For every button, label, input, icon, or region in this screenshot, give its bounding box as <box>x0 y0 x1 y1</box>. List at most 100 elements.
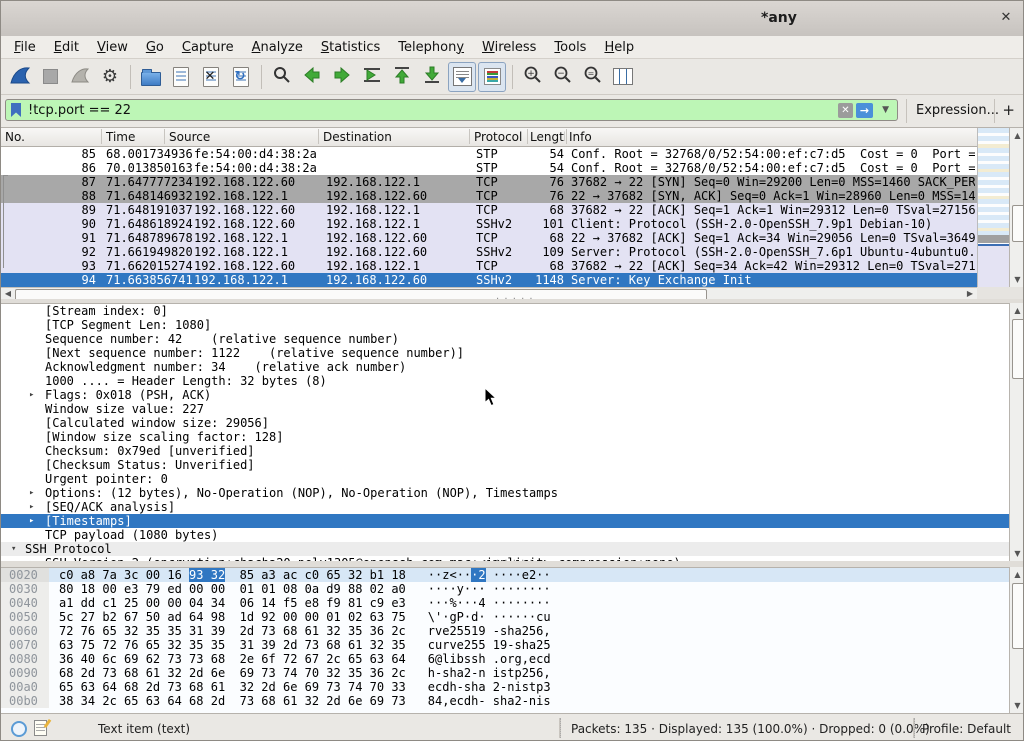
menu-item-statistics[interactable]: Statistics <box>312 38 389 57</box>
go-back-button[interactable] <box>298 62 326 92</box>
filter-apply-icon[interactable]: → <box>856 103 873 118</box>
filter-clear-icon[interactable]: ✕ <box>838 103 853 118</box>
packet-row-85[interactable]: 8568.001734936fe:54:00:d4:38:2aSTP54Conf… <box>1 147 977 161</box>
menu-item-tools[interactable]: Tools <box>545 38 595 57</box>
column-header-time[interactable]: Time <box>106 130 135 144</box>
detail-line[interactable]: Window size value: 227 <box>1 402 1009 416</box>
column-header-info[interactable]: Info <box>569 130 592 144</box>
colorize-toggle[interactable] <box>478 62 506 92</box>
expert-info-icon[interactable] <box>11 721 27 737</box>
scroll-up-icon[interactable]: ▲ <box>1010 303 1024 318</box>
go-forward-button[interactable] <box>328 62 356 92</box>
capture-options-button[interactable]: ⚙ <box>96 62 124 92</box>
hex-row-0060[interactable]: 006072 76 65 32 35 35 31 39 2d 73 68 61 … <box>1 624 1009 638</box>
packet-row-94-selected[interactable]: 9471.663856741192.168.122.1192.168.122.6… <box>1 273 977 287</box>
bytes-scrollbar[interactable]: ▲ ▼ <box>1009 567 1024 713</box>
menu-item-file[interactable]: File <box>5 38 45 57</box>
detail-line[interactable]: Sequence number: 42 (relative sequence n… <box>1 332 1009 346</box>
hex-row-0090[interactable]: 009068 2d 73 68 61 32 2d 6e 69 73 74 70 … <box>1 666 1009 680</box>
detail-line-seq-ack[interactable]: ▸[SEQ/ACK analysis] <box>1 500 1009 514</box>
detail-line[interactable]: [Window size scaling factor: 128] <box>1 430 1009 444</box>
start-capture-button[interactable] <box>6 62 34 92</box>
open-file-button[interactable] <box>137 62 165 92</box>
add-filter-button[interactable]: + <box>1002 101 1015 119</box>
reload-file-button[interactable]: ↻ <box>227 62 255 92</box>
detail-line[interactable]: [Next sequence number: 1122 (relative se… <box>1 346 1009 360</box>
packet-row-92[interactable]: 9271.661949820192.168.122.1192.168.122.6… <box>1 245 977 259</box>
detail-line[interactable]: [Calculated window size: 29056] <box>1 416 1009 430</box>
zoom-in-button[interactable]: + <box>519 62 547 92</box>
packet-row-91[interactable]: 9171.648789678192.168.122.1192.168.122.6… <box>1 231 977 245</box>
detail-line[interactable]: [Checksum Status: Unverified] <box>1 458 1009 472</box>
menu-item-wireless[interactable]: Wireless <box>473 38 545 57</box>
packet-row-86[interactable]: 8670.013850163fe:54:00:d4:38:2aSTP54Conf… <box>1 161 977 175</box>
menu-item-telephony[interactable]: Telephony <box>389 38 473 57</box>
capture-comment-icon[interactable] <box>34 720 47 736</box>
hex-row-00a0[interactable]: 00a065 63 64 68 2d 73 68 61 32 2d 6e 69 … <box>1 680 1009 694</box>
detail-line[interactable]: [Stream index: 0] <box>1 304 1009 318</box>
packet-row-93[interactable]: 9371.662015274192.168.122.60192.168.122.… <box>1 259 977 273</box>
hex-row-0020[interactable]: 0020c0 a8 7a 3c 00 16 93 32 85 a3 ac c0 … <box>1 568 1009 582</box>
detail-line[interactable]: [TCP Segment Len: 1080] <box>1 318 1009 332</box>
detail-line-timestamps-selected[interactable]: ▸[Timestamps] <box>1 514 1009 528</box>
detail-line-options[interactable]: ▸Options: (12 bytes), No-Operation (NOP)… <box>1 486 1009 500</box>
packet-row-89[interactable]: 8971.648191037192.168.122.60192.168.122.… <box>1 203 977 217</box>
menu-item-help[interactable]: Help <box>595 38 643 57</box>
stop-capture-button[interactable] <box>36 62 64 92</box>
menu-item-edit[interactable]: Edit <box>45 38 88 57</box>
detail-line-flags[interactable]: ▸Flags: 0x018 (PSH, ACK) <box>1 388 1009 402</box>
scrollbar-thumb[interactable] <box>1012 205 1024 242</box>
go-to-bottom-button[interactable] <box>418 62 446 92</box>
go-to-packet-button[interactable] <box>358 62 386 92</box>
column-header-protocol[interactable]: Protocol <box>474 130 522 144</box>
detail-line[interactable]: 1000 .... = Header Length: 32 bytes (8) <box>1 374 1009 388</box>
detail-line-ssh-protocol[interactable]: ▾SSH Protocol <box>1 542 1009 556</box>
scrollbar-thumb[interactable] <box>1012 319 1024 379</box>
menu-item-analyze[interactable]: Analyze <box>243 38 312 57</box>
hex-row-00b0[interactable]: 00b038 34 2c 65 63 64 68 2d 73 68 61 32 … <box>1 694 1009 708</box>
hex-row-0070[interactable]: 007063 75 72 76 65 32 35 35 31 39 2d 73 … <box>1 638 1009 652</box>
detail-line[interactable]: Urgent pointer: 0 <box>1 472 1009 486</box>
filter-bookmark-icon[interactable] <box>11 103 21 117</box>
scrollbar-thumb[interactable] <box>1012 583 1024 649</box>
detail-line[interactable]: Checksum: 0x79ed [unverified] <box>1 444 1009 458</box>
scroll-up-icon[interactable]: ▲ <box>1010 128 1024 143</box>
find-packet-button[interactable] <box>268 62 296 92</box>
column-header-no[interactable]: No. <box>5 130 25 144</box>
hex-row-0050[interactable]: 00505c 27 b2 67 50 ad 64 98 1d 92 00 00 … <box>1 610 1009 624</box>
go-to-top-button[interactable] <box>388 62 416 92</box>
menu-item-view[interactable]: View <box>88 38 137 57</box>
packet-row-88[interactable]: 8871.648146932192.168.122.1192.168.122.6… <box>1 189 977 203</box>
packet-list-scrollbar[interactable]: ▲ ▼ <box>1009 128 1024 287</box>
hex-row-0030[interactable]: 003080 18 00 e3 79 ed 00 00 01 01 08 0a … <box>1 582 1009 596</box>
scroll-up-icon[interactable]: ▲ <box>1010 567 1024 582</box>
resize-columns-button[interactable] <box>609 62 637 92</box>
auto-scroll-toggle[interactable] <box>448 62 476 92</box>
filter-dropdown-icon[interactable]: ▼ <box>882 105 889 115</box>
scroll-down-icon[interactable]: ▼ <box>1010 698 1024 713</box>
status-profile[interactable]: Profile: Default <box>922 722 1011 736</box>
close-window-button[interactable]: ✕ <box>997 9 1015 27</box>
expression-button[interactable]: Expression... <box>916 103 999 118</box>
scroll-down-icon[interactable]: ▼ <box>1010 272 1024 287</box>
column-header-source[interactable]: Source <box>169 130 210 144</box>
packet-row-90[interactable]: 9071.648618924192.168.122.60192.168.122.… <box>1 217 977 231</box>
menu-item-go[interactable]: Go <box>137 38 173 57</box>
restart-capture-button[interactable] <box>66 62 94 92</box>
column-header-destination[interactable]: Destination <box>323 130 392 144</box>
column-header-length[interactable]: Length <box>530 130 565 144</box>
save-file-button[interactable] <box>167 62 195 92</box>
packet-minimap[interactable] <box>977 128 1010 287</box>
display-filter-input[interactable] <box>28 101 828 119</box>
scroll-down-icon[interactable]: ▼ <box>1010 546 1024 561</box>
zoom-out-button[interactable]: − <box>549 62 577 92</box>
menu-item-capture[interactable]: Capture <box>173 38 243 57</box>
detail-line-tcp-payload[interactable]: TCP payload (1080 bytes) <box>1 528 1009 542</box>
zoom-original-button[interactable]: = <box>579 62 607 92</box>
details-scrollbar[interactable]: ▲ ▼ <box>1009 303 1024 561</box>
hex-row-0040[interactable]: 0040a1 dd c1 25 00 00 04 34 06 14 f5 e8 … <box>1 596 1009 610</box>
close-file-button[interactable]: ✕ <box>197 62 225 92</box>
packet-row-87[interactable]: 8771.647777234192.168.122.60192.168.122.… <box>1 175 977 189</box>
detail-line[interactable]: Acknowledgment number: 34 (relative ack … <box>1 360 1009 374</box>
hex-row-0080[interactable]: 008036 40 6c 69 62 73 73 68 2e 6f 72 67 … <box>1 652 1009 666</box>
